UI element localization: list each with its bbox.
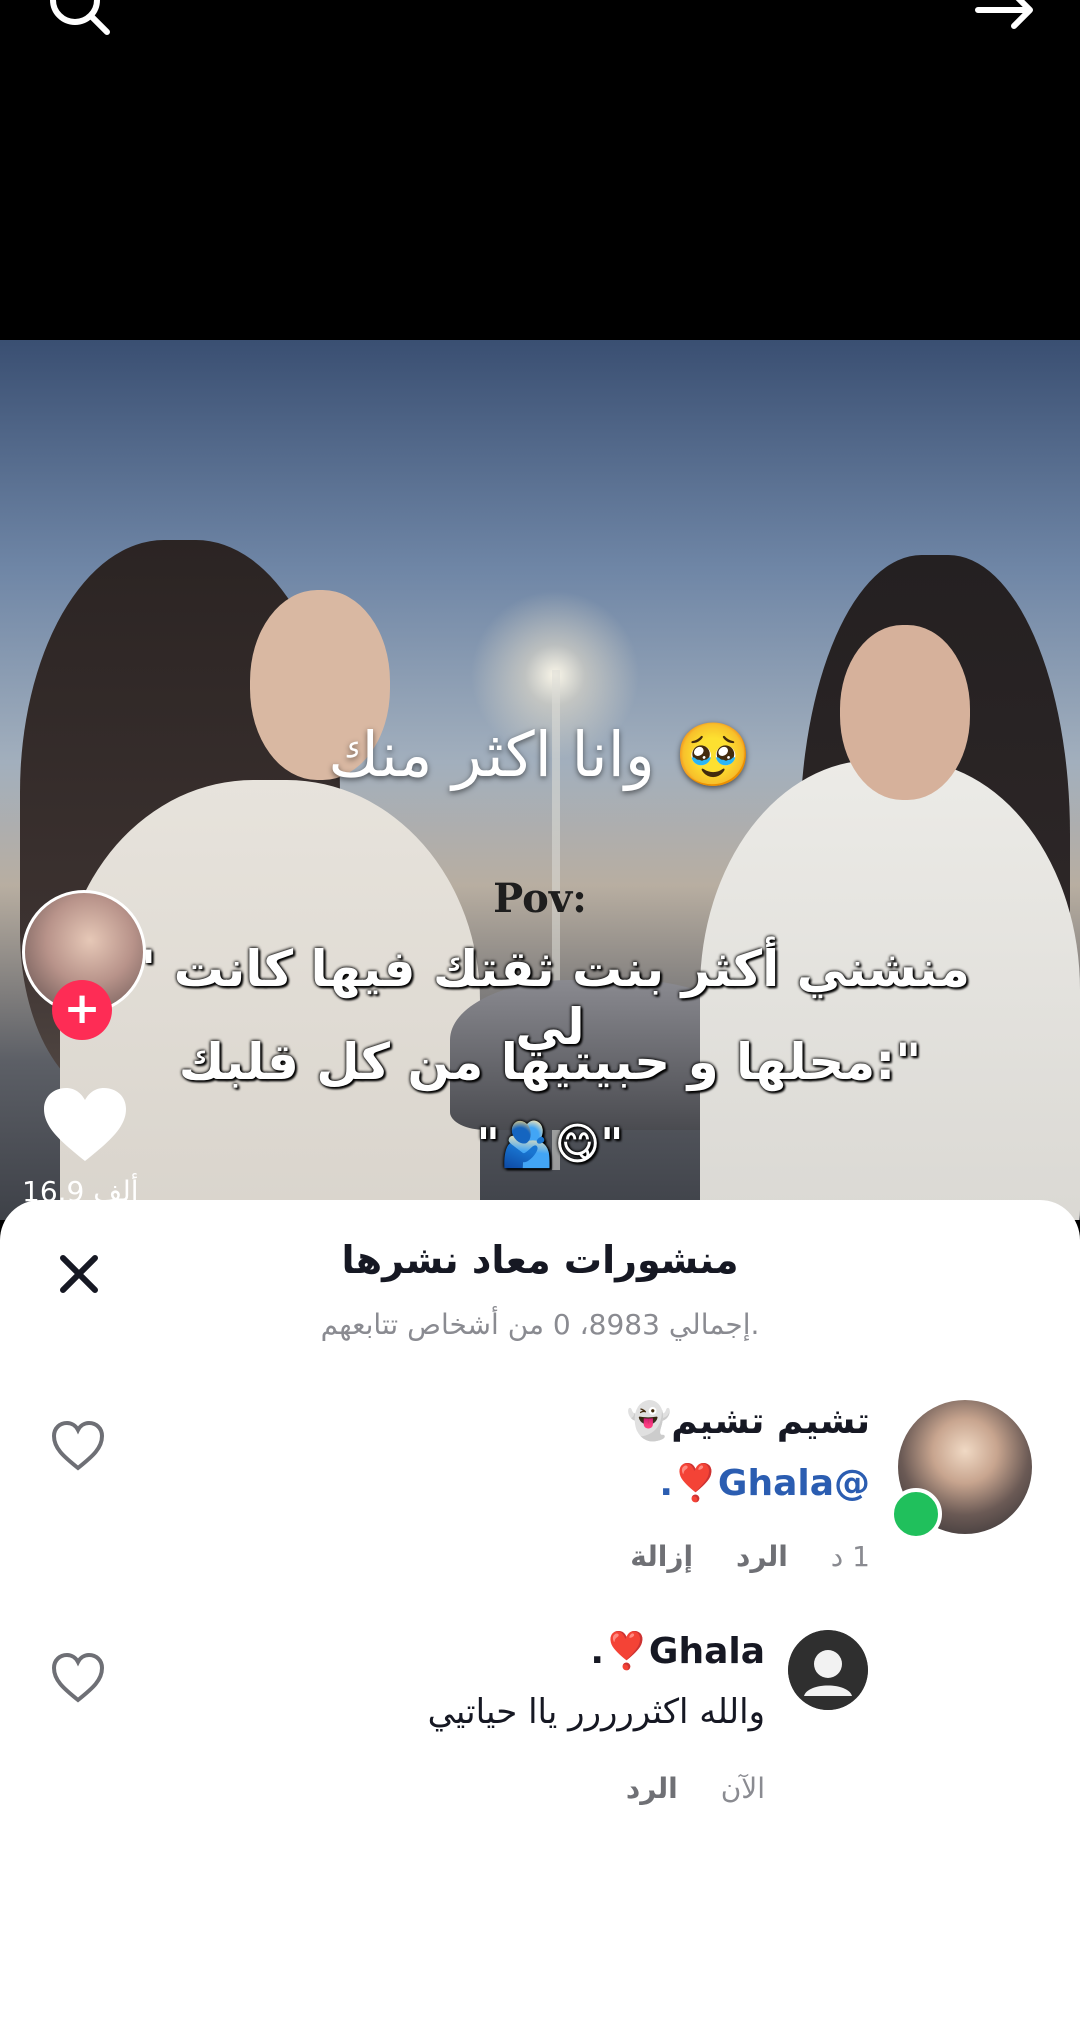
- follow-button[interactable]: +: [52, 980, 112, 1040]
- comment-meta: الآن الرد: [592, 1772, 765, 1805]
- pov-label: Pov:: [493, 875, 587, 922]
- top-bar: [0, 0, 1080, 340]
- avatar[interactable]: [788, 1630, 868, 1710]
- heart-outline-icon[interactable]: [50, 1652, 106, 1704]
- video-caption: وانا اكثر منك 🥹: [328, 718, 752, 791]
- online-status-dot: [890, 1488, 942, 1540]
- comment-time: الآن: [720, 1772, 765, 1805]
- remove-button[interactable]: إزالة: [630, 1540, 693, 1573]
- share-arrow-icon[interactable]: [970, 0, 1040, 40]
- comment-author[interactable]: تشيم تشيم👻: [626, 1400, 870, 1442]
- sheet-subtitle: إجمالي 8983، 0 من أشخاص تتابعهم.: [320, 1308, 760, 1341]
- default-avatar-icon: [788, 1630, 868, 1710]
- video-player[interactable]: وانا اكثر منك 🥹 Pov: " منشني أكثر بنت ثق…: [0, 340, 1080, 1220]
- reposts-sheet: منشورات معاد نشرها إجمالي 8983، 0 من أشخ…: [0, 1200, 1080, 2032]
- comment-author[interactable]: Ghala❣️.: [590, 1630, 765, 1672]
- search-icon[interactable]: [45, 0, 115, 40]
- comment-text: والله اكثررررر ياا حياتيي: [427, 1692, 765, 1732]
- comment-meta: 1 د الرد إزالة: [596, 1540, 870, 1573]
- heart-icon[interactable]: [40, 1085, 130, 1165]
- sheet-title: منشورات معاد نشرها: [341, 1238, 739, 1282]
- quote-line-2: محلها و حبيتيها من كل قلبك:": [178, 1033, 922, 1091]
- comment-text[interactable]: @Ghala❣️.: [659, 1462, 870, 1504]
- reply-button[interactable]: الرد: [626, 1772, 678, 1805]
- comment-time: 1 د: [830, 1540, 870, 1573]
- reply-button[interactable]: الرد: [736, 1540, 788, 1573]
- quote-line-3: "🫂😋": [476, 1119, 624, 1170]
- heart-outline-icon[interactable]: [50, 1420, 106, 1472]
